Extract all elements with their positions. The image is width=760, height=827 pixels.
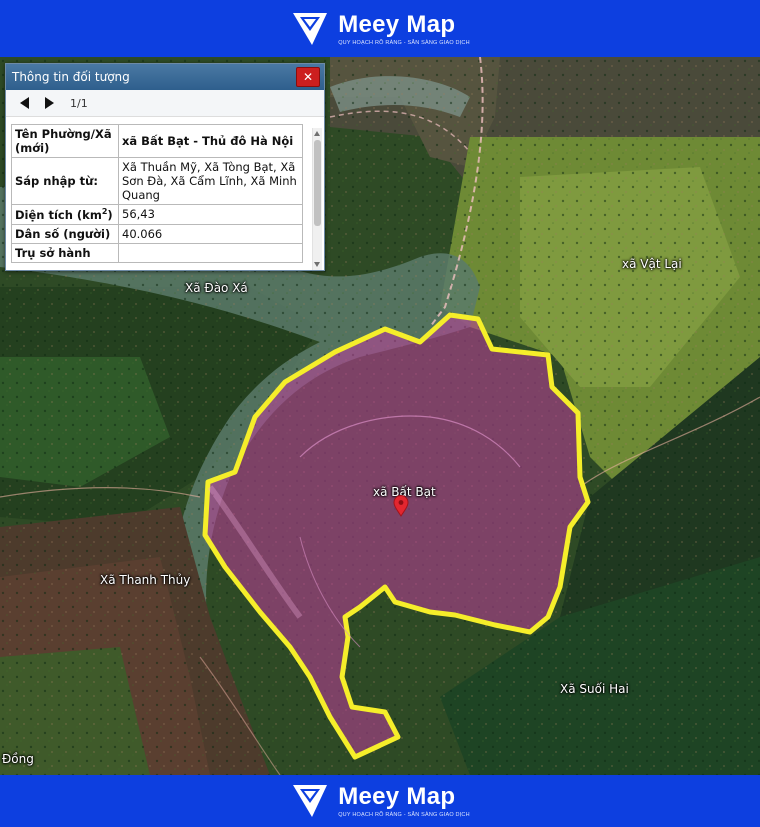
table-row: Sáp nhập từ: Xã Thuần Mỹ, Xã Tòng Bạt, X… xyxy=(11,157,303,205)
table-row: Trụ sở hành xyxy=(11,242,303,263)
brand-logo-footer[interactable]: Meey Map QUY HOẠCH RÕ RÀNG - SẴN SÀNG GI… xyxy=(290,781,470,821)
map-pin-icon[interactable] xyxy=(393,495,409,517)
arrow-right-icon[interactable] xyxy=(44,96,56,110)
panel-title: Thông tin đối tượng xyxy=(12,70,130,84)
table-row: Tên Phường/Xã (mới) xã Bất Bạt - Thủ đô … xyxy=(11,124,303,158)
map-label-dong: Đồng xyxy=(2,752,34,766)
meey-logo-icon xyxy=(293,12,328,45)
attr-key: Diện tích (km2) xyxy=(11,204,119,225)
scroll-down-icon[interactable] xyxy=(314,262,320,267)
panel-header: Thông tin đối tượng ✕ xyxy=(6,64,324,90)
panel-scrollbar[interactable] xyxy=(312,128,322,270)
top-banner: Meey Map QUY HOẠCH RÕ RÀNG - SẴN SÀNG GI… xyxy=(0,0,760,57)
bottom-banner: Meey Map QUY HOẠCH RÕ RÀNG - SẴN SÀNG GI… xyxy=(0,775,760,827)
attr-key: Tên Phường/Xã (mới) xyxy=(11,124,119,158)
attr-key: Sáp nhập từ: xyxy=(11,157,119,205)
map-label-thanh-thuy: Xã Thanh Thủy xyxy=(100,573,191,587)
brand-name: Meey Map xyxy=(338,783,456,810)
scroll-up-icon[interactable] xyxy=(314,131,320,136)
map-label-suoi-hai: Xã Suối Hai xyxy=(560,682,629,696)
panel-pagination: 1/1 xyxy=(6,90,324,117)
brand-logo[interactable]: Meey Map QUY HOẠCH RÕ RÀNG - SẴN SÀNG GI… xyxy=(290,9,470,49)
close-icon[interactable]: ✕ xyxy=(296,67,320,87)
attr-value: 40.066 xyxy=(118,223,303,244)
brand-tagline: QUY HOẠCH RÕ RÀNG - SẴN SÀNG GIAO DỊCH xyxy=(338,39,470,46)
attr-key: Dân số (người) xyxy=(11,223,119,244)
attr-value: Xã Thuần Mỹ, Xã Tòng Bạt, Xã Sơn Đà, Xã … xyxy=(118,157,303,205)
table-row: Diện tích (km2) 56,43 xyxy=(11,204,303,225)
panel-body[interactable]: Tên Phường/Xã (mới) xã Bất Bạt - Thủ đô … xyxy=(6,118,324,270)
page-counter: 1/1 xyxy=(70,96,88,110)
attr-key: Trụ sở hành xyxy=(11,242,119,263)
object-info-panel: Thông tin đối tượng ✕ 1/1 Tên Phường/Xã … xyxy=(5,63,325,271)
attribute-table: Tên Phường/Xã (mới) xã Bất Bạt - Thủ đô … xyxy=(11,124,303,263)
arrow-left-icon[interactable] xyxy=(18,96,30,110)
attr-value: xã Bất Bạt - Thủ đô Hà Nội xyxy=(118,124,303,158)
scroll-thumb[interactable] xyxy=(314,140,321,226)
attr-value: 56,43 xyxy=(118,204,303,225)
attr-value xyxy=(118,242,303,263)
map-label-vat-lai: xã Vật Lại xyxy=(622,257,682,271)
brand-name: Meey Map xyxy=(338,10,456,38)
table-row: Dân số (người) 40.066 xyxy=(11,223,303,244)
meey-logo-icon xyxy=(293,785,328,817)
brand-tagline: QUY HOẠCH RÕ RÀNG - SẴN SÀNG GIAO DỊCH xyxy=(338,812,470,818)
map-label-dao-xa: Xã Đào Xá xyxy=(185,281,248,295)
